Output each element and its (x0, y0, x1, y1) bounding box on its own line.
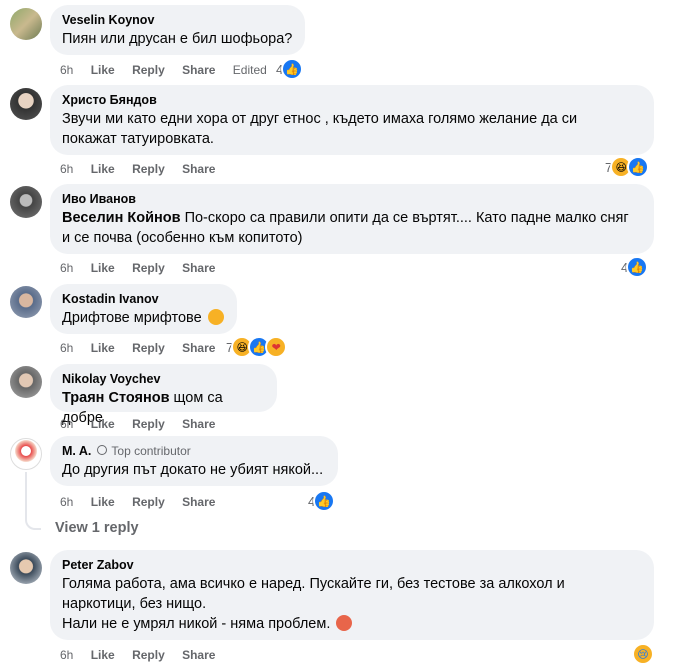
reaction-summary[interactable]: 4 👍 (621, 256, 649, 278)
share-button[interactable]: Share (182, 341, 215, 355)
comment-time[interactable]: 6h (60, 648, 73, 662)
like-button[interactable]: Like (91, 495, 115, 509)
comment-actions: 6h Like Reply Share (60, 260, 229, 276)
reply-button[interactable]: Reply (132, 648, 165, 662)
comment-time[interactable]: 6h (60, 417, 73, 431)
comment-bubble: Nikolay Voychev Траян Стоянов щом са доб… (50, 364, 277, 426)
like-button[interactable]: Like (91, 63, 115, 77)
comment-actions: 6h Like Reply Share (60, 494, 229, 510)
like-button[interactable]: Like (91, 162, 115, 176)
comment-bubble: Иво Иванов Веселин Койнов По-скоро са пр… (50, 184, 654, 254)
comment-time[interactable]: 6h (60, 162, 73, 176)
like-reaction-icon: 👍 (626, 256, 649, 278)
reply-button[interactable]: Reply (132, 162, 165, 176)
like-button[interactable]: Like (91, 261, 115, 275)
like-reaction-icon: 👍 (281, 58, 304, 80)
avatar[interactable] (10, 366, 42, 398)
comment-text-line: Веселин Койнов По-скоро са правили опити… (62, 208, 642, 228)
sad-reaction-icon: 😢 (632, 643, 654, 665)
comment-bubble: Peter Zabov Голяма работа, ама всичко е … (50, 550, 654, 640)
comment-text-line: наркотици, без нищо. (62, 596, 207, 612)
comment-author[interactable]: Христо Бяндов (62, 92, 642, 109)
like-button[interactable]: Like (91, 648, 115, 662)
comment-bubble: Kostadin Ivanov Дрифтове мрифтове (50, 284, 237, 334)
reply-button[interactable]: Reply (132, 261, 165, 275)
comment-time[interactable]: 6h (60, 261, 73, 275)
comment-bubble: Христо Бяндов Звучи ми като едни хора от… (50, 85, 654, 155)
badge-icon (97, 445, 108, 455)
badge-label: Top contributor (111, 444, 191, 458)
comment-author[interactable]: Kostadin Ivanov (62, 291, 225, 308)
comment-text: По-скоро са правили опити да се въртят..… (180, 210, 629, 226)
view-replies-link[interactable]: View 1 reply (55, 520, 139, 536)
reaction-summary[interactable]: 7 😆 👍 (605, 156, 650, 178)
reply-button[interactable]: Reply (132, 341, 165, 355)
reply-button[interactable]: Reply (132, 417, 165, 431)
like-button[interactable]: Like (91, 341, 115, 355)
comment-text-line: Нали не е умрял никой - няма проблем. (62, 614, 642, 634)
comment-text-line: покажат татуировката. (62, 131, 214, 147)
avatar[interactable] (10, 8, 42, 40)
comment-time[interactable]: 6h (60, 341, 73, 355)
comment-text-line: Дрифтове мрифтове (62, 308, 225, 328)
avatar[interactable] (10, 186, 42, 218)
comment-author-name[interactable]: M. A. (62, 444, 91, 458)
mention-link[interactable]: Веселин Койнов (62, 210, 181, 226)
share-button[interactable]: Share (182, 261, 215, 275)
comment-time[interactable]: 6h (60, 63, 73, 77)
edited-label: Edited (232, 63, 267, 77)
comment-time[interactable]: 6h (60, 495, 73, 509)
comment-author: M. A. Top contributor (62, 443, 326, 460)
laughing-emoji-icon (207, 309, 224, 325)
comment-text: Дрифтове мрифтове (62, 310, 202, 326)
reaction-summary[interactable]: 4 👍 (276, 58, 304, 80)
angry-emoji-icon (336, 615, 353, 631)
care-reaction-icon: ❤ (265, 336, 288, 358)
reaction-summary[interactable]: 4 👍 (308, 490, 336, 512)
comment-author[interactable]: Veselin Koynov (62, 12, 293, 29)
share-button[interactable]: Share (182, 495, 215, 509)
comment-actions: 6h Like Reply Share (60, 647, 229, 663)
share-button[interactable]: Share (182, 648, 215, 662)
avatar[interactable] (10, 286, 42, 318)
comment-actions: 6h Like Reply Share (60, 161, 229, 177)
like-reaction-icon: 👍 (627, 156, 650, 178)
comment-text-line: Звучи ми като едни хора от друг етнос , … (62, 111, 578, 127)
comment-bubble: M. A. Top contributor До другия път докат… (50, 436, 338, 486)
reply-thread-line (25, 472, 41, 530)
reply-button[interactable]: Reply (132, 63, 165, 77)
comment-author[interactable]: Peter Zabov (62, 557, 642, 574)
share-button[interactable]: Share (182, 162, 215, 176)
like-reaction-icon: 👍 (313, 490, 336, 512)
mention-link[interactable]: Траян Стоянов (62, 390, 170, 406)
comment-author[interactable]: Nikolay Voychev (62, 371, 265, 388)
like-button[interactable]: Like (91, 417, 115, 431)
comment-bubble: Veselin Koynov Пиян или друсан е бил шоф… (50, 5, 305, 55)
comment-actions: 6h Like Reply Share Edited (60, 62, 281, 78)
comment-actions: 6h Like Reply Share (60, 416, 229, 432)
avatar[interactable] (10, 552, 42, 584)
avatar[interactable] (10, 88, 42, 120)
reaction-summary[interactable]: 7 😆 👍 ❤ (226, 336, 288, 358)
comment-text: Пиян или друсан е бил шофьора? (62, 31, 293, 47)
reply-button[interactable]: Reply (132, 495, 165, 509)
reaction-summary[interactable]: 😢 (632, 643, 654, 665)
avatar[interactable] (10, 438, 42, 470)
comment-text-line: и се почва (особенно към копитото) (62, 230, 303, 246)
comment-actions: 6h Like Reply Share (60, 340, 229, 356)
comment-text: Нали не е умрял никой - няма проблем. (62, 616, 331, 632)
comment-text: До другия път докато не убият някой... (62, 462, 324, 478)
share-button[interactable]: Share (182, 417, 215, 431)
share-button[interactable]: Share (182, 63, 215, 77)
comment-author[interactable]: Иво Иванов (62, 191, 642, 208)
comment-text-line: Голяма работа, ама всичко е наред. Пуска… (62, 576, 565, 592)
top-contributor-badge[interactable]: Top contributor (97, 443, 191, 460)
